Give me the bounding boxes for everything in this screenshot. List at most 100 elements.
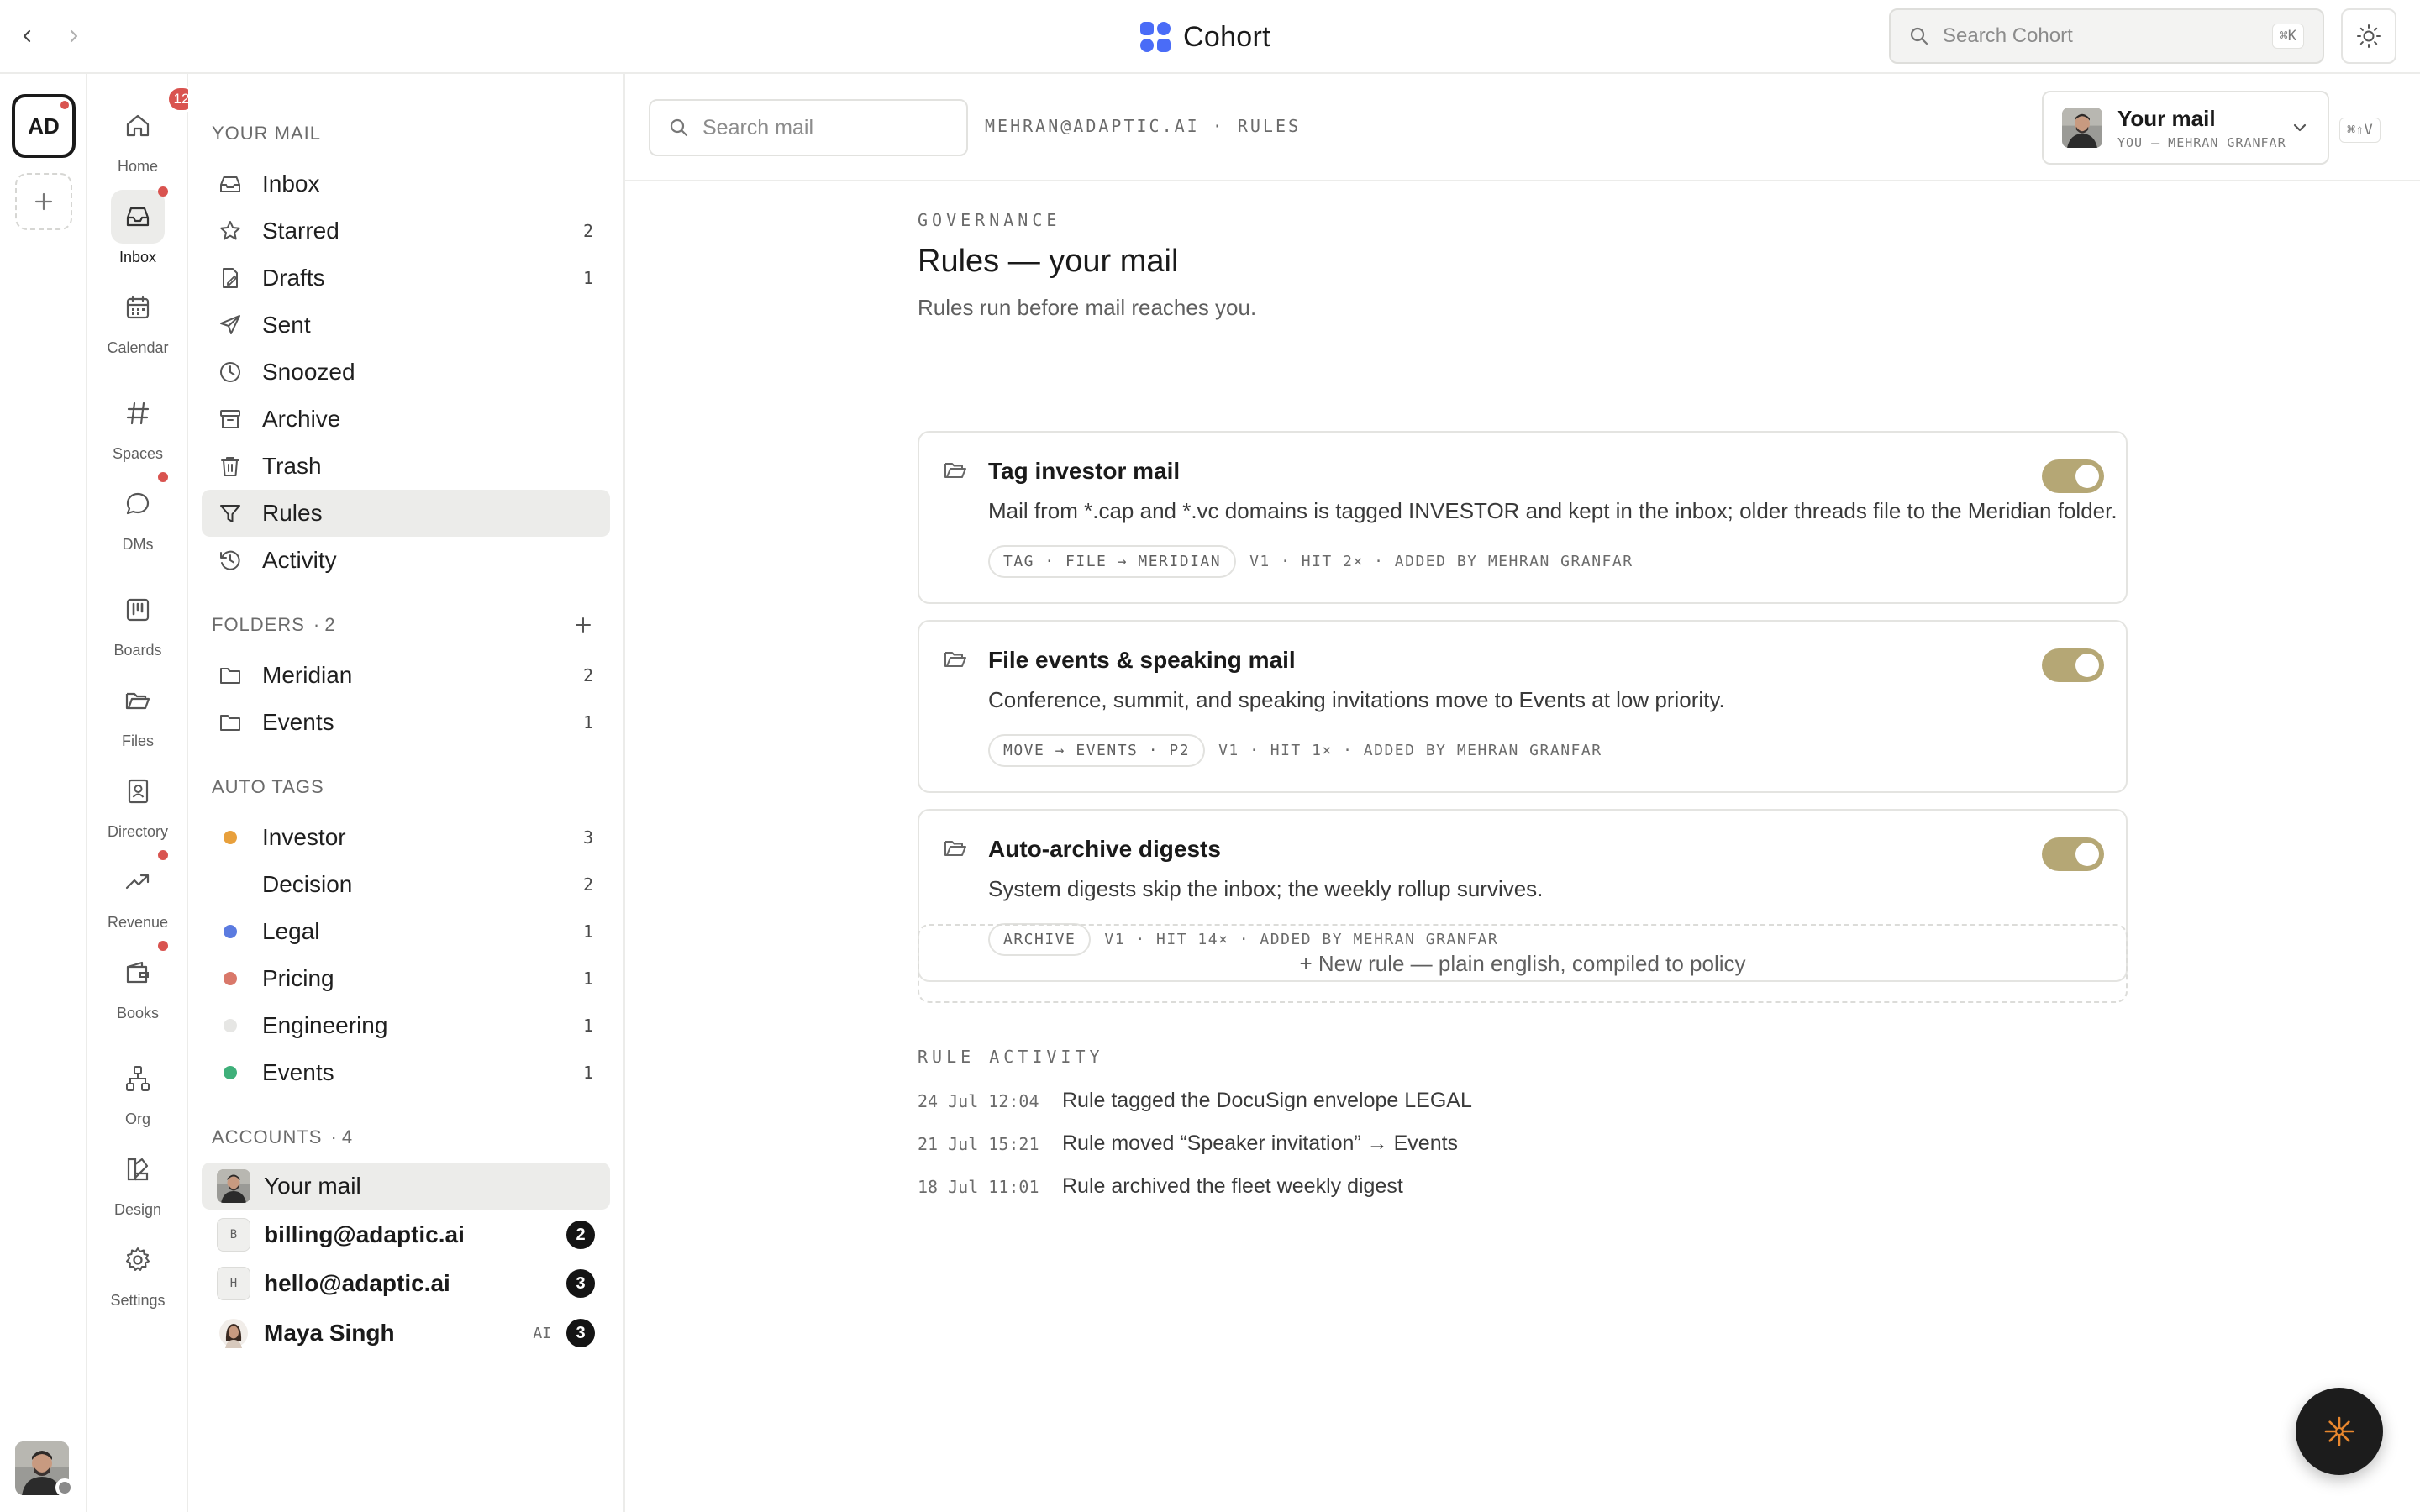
- nav-snoozed[interactable]: Snoozed: [202, 349, 610, 396]
- main-content: Search mail MEHRAN@ADAPTIC.AI · RULES Yo…: [625, 74, 2420, 1512]
- app-inbox[interactable]: Inbox: [87, 186, 188, 266]
- folders-count: · 2: [313, 614, 335, 635]
- account-avatar: H: [217, 1267, 250, 1300]
- nav-sent[interactable]: Sent: [202, 302, 610, 349]
- brand[interactable]: Cohort: [1139, 18, 1270, 55]
- rule-enabled-toggle[interactable]: [2042, 459, 2104, 493]
- nav-label: Investor: [262, 824, 346, 850]
- global-search-placeholder: Search Cohort: [1943, 24, 2073, 47]
- account-name: Your mail: [264, 1173, 361, 1199]
- add-workspace-button[interactable]: [15, 173, 72, 230]
- gear-icon: [111, 1233, 165, 1287]
- new-rule-button[interactable]: + New rule — plain english, compiled to …: [918, 924, 2128, 1003]
- auto-tags-heading: AUTO TAGS: [212, 776, 324, 798]
- workspace-avatar[interactable]: AD: [12, 94, 76, 158]
- app-directory[interactable]: Directory: [87, 764, 188, 841]
- chevron-down-icon: [2293, 123, 2307, 132]
- nav-rules[interactable]: Rules: [202, 490, 610, 537]
- nav-count: 1: [582, 712, 593, 732]
- add-folder-button[interactable]: [571, 613, 595, 637]
- nav-label: Trash: [262, 453, 322, 479]
- mail-search-input[interactable]: Search mail: [649, 99, 968, 156]
- rule-action-chip: MOVE → EVENTS · P2: [988, 734, 1206, 767]
- nav-drafts[interactable]: Drafts 1: [202, 255, 610, 302]
- send-icon: [218, 313, 242, 337]
- sparkle-icon: [2324, 1416, 2354, 1446]
- rule-action-chip: TAG · FILE → MERIDIAN: [988, 545, 1237, 578]
- accounts-count: · 4: [330, 1126, 353, 1147]
- tag-decision[interactable]: Decision 2: [202, 861, 610, 908]
- app-dms[interactable]: DMs: [87, 472, 188, 554]
- account-billing[interactable]: B billing@adaptic.ai 2: [202, 1211, 610, 1258]
- folder-meridian[interactable]: Meridian 2: [202, 652, 610, 699]
- activity-text: Rule moved “Speaker invitation” → Events: [1062, 1131, 1459, 1155]
- presence-status-dot: [55, 1478, 74, 1497]
- board-icon: [111, 583, 165, 637]
- account-switcher[interactable]: Your mail YOU — MEHRAN GRANFAR: [2042, 91, 2329, 165]
- account-maya-singh[interactable]: Maya Singh AI 3: [202, 1310, 610, 1357]
- tag-legal[interactable]: Legal 1: [202, 908, 610, 955]
- unread-badge: 3: [566, 1319, 595, 1347]
- nav-count: 1: [582, 1063, 593, 1083]
- app-design[interactable]: Design: [87, 1142, 188, 1219]
- back-button[interactable]: [13, 22, 42, 50]
- theme-toggle-button[interactable]: [2341, 8, 2396, 64]
- activity-text: Rule tagged the DocuSign envelope LEGAL: [1062, 1089, 1472, 1112]
- top-bar: Cohort Search Cohort ⌘K: [0, 0, 2420, 74]
- app-calendar[interactable]: Calendar: [87, 281, 188, 357]
- app-files[interactable]: Files: [87, 674, 188, 750]
- nav-count: 2: [582, 221, 593, 241]
- account-switcher-subtitle: YOU — MEHRAN GRANFAR: [2118, 134, 2286, 150]
- folder-events[interactable]: Events 1: [202, 699, 610, 746]
- tag-color-dot-wrap: [218, 826, 242, 849]
- tag-color-dot-wrap: [218, 1014, 242, 1037]
- account-your-mail[interactable]: Your mail: [202, 1163, 610, 1210]
- mail-sidebar: YOUR MAIL Inbox Starred 2 Drafts 1 Sent …: [188, 74, 625, 1512]
- rule-card[interactable]: Tag investor mail Mail from *.cap and *.…: [918, 431, 2128, 604]
- rule-enabled-toggle[interactable]: [2042, 837, 2104, 871]
- folder-icon: [218, 711, 242, 734]
- account-switcher-title: Your mail: [2118, 105, 2216, 131]
- chevron-left-icon: [23, 29, 31, 43]
- app-label: Design: [113, 1201, 162, 1218]
- rule-activity-heading: RULE ACTIVITY: [918, 1047, 1104, 1067]
- app-rail: 12 Home Inbox Calendar Spaces DMs Boards…: [87, 74, 197, 1512]
- tag-color-dot-wrap: [218, 873, 242, 896]
- workspace-initials: AD: [28, 113, 60, 139]
- assistant-button[interactable]: [2296, 1388, 2383, 1475]
- app-org[interactable]: Org: [87, 1052, 188, 1128]
- app-books[interactable]: Books: [87, 941, 188, 1022]
- folder-icon: [944, 841, 966, 856]
- nav-trash[interactable]: Trash: [202, 443, 610, 490]
- app-spaces[interactable]: Spaces: [87, 386, 188, 463]
- tag-engineering[interactable]: Engineering 1: [202, 1002, 610, 1049]
- nav-inbox[interactable]: Inbox: [202, 160, 610, 207]
- rule-enabled-toggle[interactable]: [2042, 648, 2104, 682]
- plus-icon: [34, 192, 53, 211]
- nav-label: Sent: [262, 312, 311, 338]
- rules-page: GOVERNANCE Rules — your mail Rules run b…: [918, 181, 2128, 1198]
- nav-starred[interactable]: Starred 2: [202, 207, 610, 255]
- nav-label: Events: [262, 709, 334, 735]
- forward-button[interactable]: [59, 22, 87, 50]
- account-hello[interactable]: H hello@adaptic.ai 3: [202, 1260, 610, 1307]
- folder-icon: [944, 463, 966, 478]
- unread-badge: 2: [566, 1221, 595, 1249]
- org-chart-icon: [111, 1052, 165, 1105]
- activity-item: 18 Jul 11:01 Rule archived the fleet wee…: [918, 1174, 1403, 1199]
- nav-activity[interactable]: Activity: [202, 537, 610, 584]
- app-boards[interactable]: Boards: [87, 583, 188, 659]
- nav-label: Events: [262, 1059, 334, 1085]
- activity-text: Rule archived the fleet weekly digest: [1062, 1174, 1403, 1198]
- page-subtitle: Rules run before mail reaches you.: [918, 295, 1257, 320]
- app-revenue[interactable]: Revenue: [87, 850, 188, 932]
- app-settings[interactable]: Settings: [87, 1233, 188, 1310]
- tag-pricing[interactable]: Pricing 1: [202, 955, 610, 1002]
- tag-events[interactable]: Events 1: [202, 1049, 610, 1096]
- contact-book-icon: [111, 764, 165, 818]
- tag-investor[interactable]: Investor 3: [202, 814, 610, 861]
- nav-archive[interactable]: Archive: [202, 396, 610, 443]
- rule-card[interactable]: File events & speaking mail Conference, …: [918, 620, 2128, 793]
- global-search[interactable]: Search Cohort ⌘K: [1889, 8, 2324, 64]
- app-home[interactable]: 12 Home: [87, 86, 197, 176]
